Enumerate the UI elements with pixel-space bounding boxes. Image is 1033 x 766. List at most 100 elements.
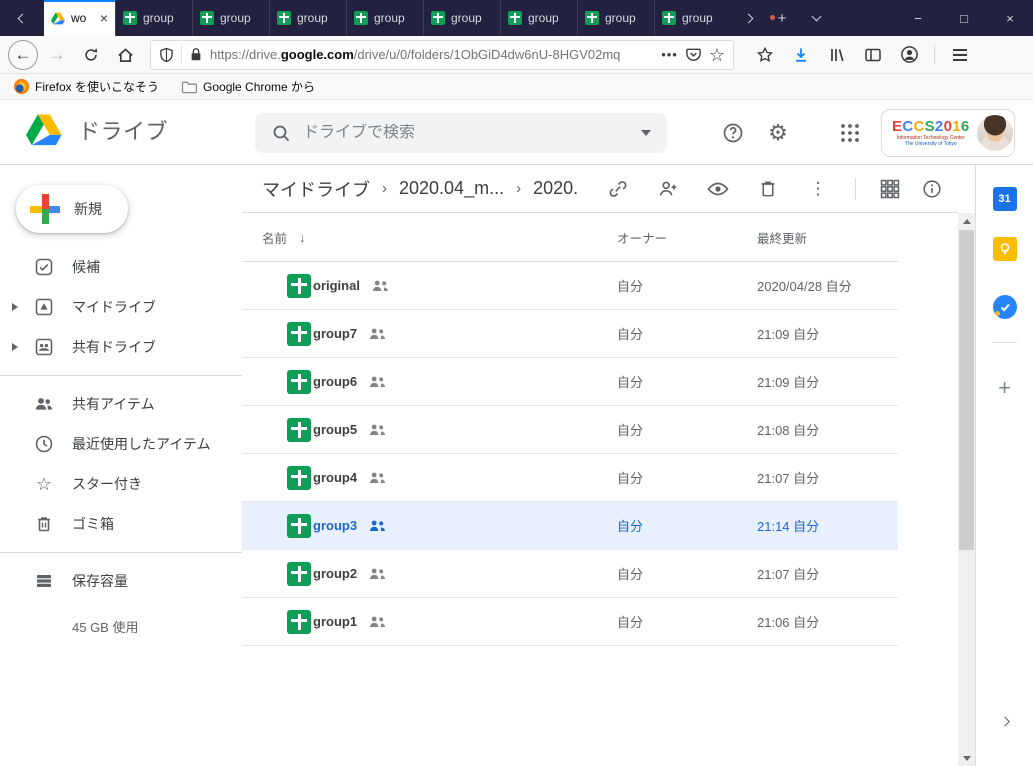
tab-label: group	[143, 11, 174, 25]
shared-people-icon	[369, 568, 387, 580]
column-owner[interactable]: オーナー	[617, 228, 757, 247]
file-row[interactable]: group3 自分 21:14 自分	[242, 502, 898, 550]
tasks-icon[interactable]	[993, 295, 1017, 319]
file-owner: 自分	[617, 516, 757, 535]
sheets-icon	[585, 11, 599, 25]
sidebar-item-trash[interactable]: ゴミ箱	[0, 504, 242, 544]
search-input[interactable]	[303, 124, 629, 142]
file-row[interactable]: group7 自分 21:09 自分	[242, 310, 898, 358]
more-actions-button[interactable]: ⋮	[806, 177, 830, 201]
bookmark-firefox-tips[interactable]: Firefox を使いこなそう	[14, 78, 159, 95]
window-maximize-button[interactable]: □	[941, 0, 987, 36]
list-tabs-button[interactable]	[799, 0, 833, 36]
file-rows: original 自分 2020/04/28 自分 group7 自分 21:0…	[242, 262, 898, 646]
scroll-down-button[interactable]	[958, 750, 975, 766]
home-button[interactable]	[110, 40, 140, 70]
sort-descending-icon[interactable]: ↓	[299, 230, 306, 245]
reload-button[interactable]	[76, 40, 106, 70]
shared-people-icon	[369, 424, 387, 436]
star-icon: ☆	[34, 474, 54, 494]
sidebars-toggle-icon[interactable]	[860, 42, 886, 68]
breadcrumb-folder-1[interactable]: 2020.04_m...	[399, 178, 504, 199]
downloads-icon[interactable]	[788, 42, 814, 68]
window-minimize-button[interactable]: −	[895, 0, 941, 36]
tab-drive[interactable]: wo ×	[44, 0, 115, 36]
avatar[interactable]	[977, 115, 1013, 151]
calendar-icon[interactable]: 31	[993, 187, 1017, 211]
people-icon	[34, 394, 54, 414]
file-modified: 21:09 自分	[757, 372, 898, 391]
sidebar-item-starred[interactable]: ☆ スター付き	[0, 464, 242, 504]
search-options-caret-icon[interactable]	[641, 130, 651, 136]
tab-group-sheet[interactable]: group	[500, 0, 577, 36]
sidebar-item-my-drive[interactable]: マイドライブ	[0, 287, 242, 327]
new-button[interactable]: 新規	[16, 185, 128, 233]
tab-group-sheet[interactable]: group	[115, 0, 192, 36]
file-row[interactable]: group4 自分 21:07 自分	[242, 454, 898, 502]
window-close-button[interactable]: ×	[987, 0, 1033, 36]
page-actions-button[interactable]: •••	[661, 47, 678, 62]
forward-button[interactable]: →	[42, 40, 72, 70]
drive-logo-wrap[interactable]: ドライブ	[26, 114, 168, 146]
menu-icon[interactable]	[947, 42, 973, 68]
url-divider	[181, 46, 182, 64]
help-button[interactable]	[720, 120, 746, 146]
add-panel-app-button[interactable]: +	[998, 377, 1011, 399]
expand-caret-icon[interactable]	[12, 343, 18, 351]
sheets-icon	[287, 322, 311, 346]
details-button[interactable]	[920, 177, 944, 201]
tab-label: group	[374, 11, 405, 25]
tab-group-sheet[interactable]: group	[346, 0, 423, 36]
breadcrumb-my-drive[interactable]: マイドライブ	[262, 176, 370, 202]
sidebar-item-recent[interactable]: 最近使用したアイテム	[0, 424, 242, 464]
breadcrumb-folder-2[interactable]: 2020.	[533, 178, 578, 199]
vertical-scrollbar[interactable]	[958, 213, 975, 766]
file-row[interactable]: original 自分 2020/04/28 自分	[242, 262, 898, 310]
collapse-panel-button[interactable]	[1001, 712, 1008, 730]
sidebar-item-storage[interactable]: 保存容量	[0, 561, 242, 601]
google-apps-button[interactable]	[837, 120, 863, 146]
scroll-up-button[interactable]	[958, 213, 975, 229]
bookmarks-star-plus-icon[interactable]	[752, 42, 778, 68]
drive-main: マイドライブ › 2020.04_m... › 2020.	[242, 165, 958, 766]
sidebar-item-shared-drives[interactable]: 共有ドライブ	[0, 327, 242, 367]
bookmark-folder-chrome[interactable]: Google Chrome から	[181, 78, 315, 95]
bookmark-star-icon[interactable]: ☆	[709, 46, 725, 64]
settings-button[interactable]: ⚙	[765, 120, 791, 146]
library-icon[interactable]	[824, 42, 850, 68]
scroll-tabs-left-button[interactable]	[0, 0, 44, 36]
tab-group-sheet[interactable]: group	[577, 0, 654, 36]
tab-group-sheet[interactable]: group	[269, 0, 346, 36]
tab-group-sheet[interactable]: group	[654, 0, 731, 36]
column-name[interactable]: 名前 ↓	[262, 228, 617, 247]
tab-group-sheet[interactable]: group	[192, 0, 269, 36]
clock-icon	[34, 434, 54, 454]
delete-button[interactable]	[756, 177, 780, 201]
expand-caret-icon[interactable]	[12, 303, 18, 311]
preview-button[interactable]	[706, 177, 730, 201]
file-row[interactable]: group2 自分 21:07 自分	[242, 550, 898, 598]
get-link-button[interactable]	[606, 177, 630, 201]
scroll-tabs-right-button[interactable]	[731, 0, 765, 36]
eye-icon	[706, 177, 730, 201]
column-modified[interactable]: 最終更新	[757, 228, 898, 247]
keep-icon[interactable]	[993, 237, 1017, 261]
pocket-icon[interactable]	[685, 46, 702, 63]
file-row[interactable]: group6 自分 21:09 自分	[242, 358, 898, 406]
scrollbar-thumb[interactable]	[959, 230, 974, 550]
tab-close-icon[interactable]: ×	[100, 11, 108, 25]
account-badge[interactable]: ECCS2016 Information Technology Center T…	[881, 109, 1015, 157]
account-icon[interactable]	[896, 42, 922, 68]
share-button[interactable]	[656, 177, 680, 201]
file-owner: 自分	[617, 468, 757, 487]
tab-group-sheet[interactable]: group	[423, 0, 500, 36]
file-row[interactable]: group5 自分 21:08 自分	[242, 406, 898, 454]
sidebar-item-priority[interactable]: 候補	[0, 247, 242, 287]
file-row[interactable]: group1 自分 21:06 自分	[242, 598, 898, 646]
back-button[interactable]: ←	[8, 40, 38, 70]
grid-view-button[interactable]	[878, 177, 902, 201]
url-bar[interactable]: https://drive.google.com/drive/u/0/folde…	[150, 40, 734, 70]
search-box[interactable]	[255, 113, 667, 153]
sidebar-item-shared-with-me[interactable]: 共有アイテム	[0, 384, 242, 424]
sheets-icon	[200, 11, 214, 25]
